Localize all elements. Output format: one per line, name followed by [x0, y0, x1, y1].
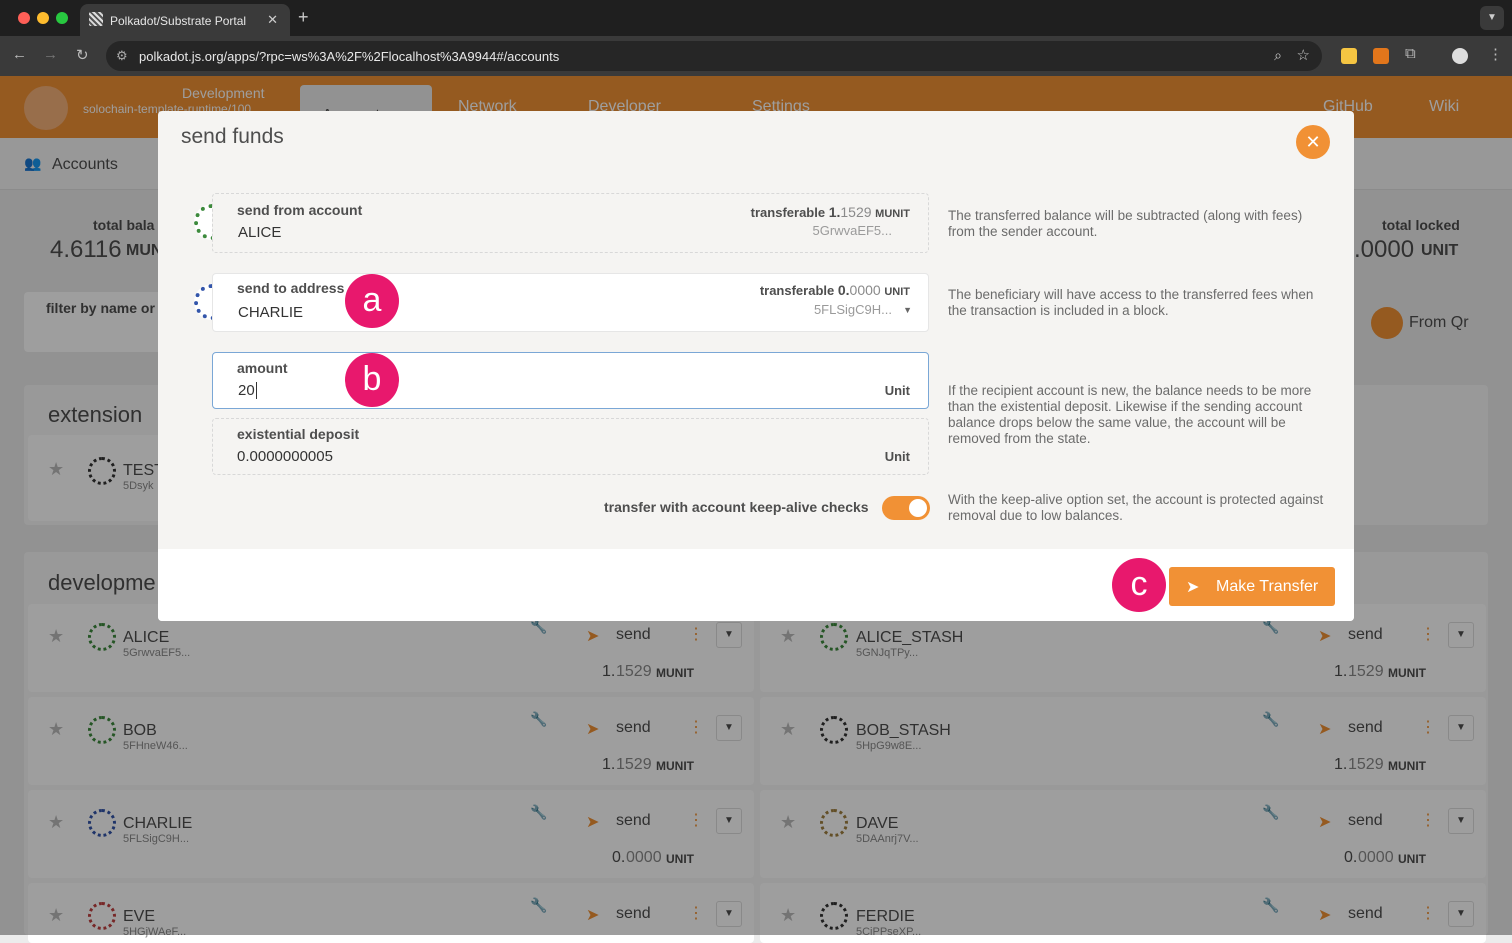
modal-footer: ➤ Make Transfer — [158, 549, 1354, 621]
keepalive-help: With the keep-alive option set, the acco… — [948, 492, 1324, 523]
make-transfer-button[interactable]: ➤ Make Transfer — [1169, 567, 1335, 606]
recipient-transferable: transferable 0.0000 UNIT — [759, 282, 910, 298]
send-from-field[interactable]: send from account ALICE transferable 1.1… — [212, 193, 929, 253]
send-from-help: The transferred balance will be subtract… — [948, 208, 1303, 239]
existential-deposit-field: existential deposit 0.0000000005 Unit — [212, 418, 929, 475]
paper-plane-icon: ➤ — [1186, 579, 1200, 596]
browser-tab-bar: Polkadot/Substrate Portal ✕ + ▼ — [0, 0, 1512, 36]
send-from-account: ALICE — [238, 224, 282, 241]
annotation-badge-b: b — [345, 353, 399, 407]
address-bar[interactable]: ⚙ polkadot.js.org/apps/?rpc=ws%3A%2F%2Fl… — [106, 41, 1322, 71]
amount-unit[interactable]: Unit — [885, 383, 910, 398]
minimize-window-dot[interactable] — [37, 12, 49, 24]
sender-transferable: transferable 1.1529 MUNIT — [750, 204, 910, 220]
send-to-field[interactable]: send to address CHARLIE transferable 0.0… — [212, 273, 929, 332]
send-from-label: send from account — [237, 202, 363, 218]
tab-title: Polkadot/Substrate Portal — [110, 14, 247, 28]
amount-field[interactable]: amount 20 Unit — [212, 352, 929, 409]
zoom-icon[interactable]: ⌕ — [1274, 47, 1282, 64]
dropdown-caret-icon[interactable]: ▼ — [903, 305, 912, 315]
send-funds-modal: send funds ✕ send from account ALICE tra… — [158, 111, 1354, 621]
browser-toolbar: ← → ↻ ⚙ polkadot.js.org/apps/?rpc=ws%3A%… — [0, 36, 1512, 76]
close-window-dot[interactable] — [18, 12, 30, 24]
extension-polkadot-icon[interactable] — [1341, 48, 1357, 64]
sender-address: 5GrwvaEF5... — [812, 223, 892, 238]
extensions-puzzle-icon[interactable]: ⧉ — [1405, 45, 1416, 62]
amount-input[interactable]: 20 — [238, 382, 257, 399]
close-modal-button[interactable]: ✕ — [1296, 125, 1330, 159]
site-info-icon[interactable]: ⚙ — [116, 48, 128, 64]
amount-help: If the recipient account is new, the bal… — [948, 383, 1312, 446]
bookmark-star-icon[interactable]: ☆ — [1297, 46, 1310, 64]
browser-tab[interactable]: Polkadot/Substrate Portal ✕ — [80, 4, 290, 36]
keepalive-label: transfer with account keep-alive checks — [604, 499, 869, 515]
existential-deposit-unit: Unit — [884, 449, 910, 464]
amount-label: amount — [237, 360, 288, 376]
recipient-address: 5FLSigC9H... — [813, 302, 892, 317]
tab-favicon-icon — [89, 12, 103, 26]
url-text: polkadot.js.org/apps/?rpc=ws%3A%2F%2Floc… — [139, 49, 560, 64]
browser-menu-icon[interactable]: ⋮ — [1488, 45, 1503, 63]
existential-deposit-value: 0.0000000005 — [237, 448, 333, 465]
extension-metamask-icon[interactable] — [1373, 48, 1389, 64]
tab-close-icon[interactable]: ✕ — [267, 12, 278, 28]
annotation-badge-a: a — [345, 274, 399, 328]
new-tab-icon[interactable]: + — [298, 7, 309, 28]
toggle-knob — [909, 499, 927, 517]
send-to-help: The beneficiary will have access to the … — [948, 287, 1314, 318]
maximize-window-dot[interactable] — [56, 12, 68, 24]
send-to-label: send to address — [237, 280, 345, 296]
modal-title: send funds — [181, 125, 284, 148]
forward-icon[interactable]: → — [43, 46, 58, 63]
keepalive-toggle[interactable] — [882, 496, 930, 520]
reload-icon[interactable]: ↻ — [76, 46, 89, 64]
tab-search-icon[interactable]: ▼ — [1480, 6, 1504, 30]
send-to-account: CHARLIE — [238, 304, 304, 321]
back-icon[interactable]: ← — [12, 46, 27, 63]
annotation-badge-c: c — [1112, 558, 1166, 612]
make-transfer-label: Make Transfer — [1216, 578, 1319, 595]
profile-icon[interactable] — [1452, 48, 1468, 64]
existential-deposit-label: existential deposit — [237, 426, 360, 442]
